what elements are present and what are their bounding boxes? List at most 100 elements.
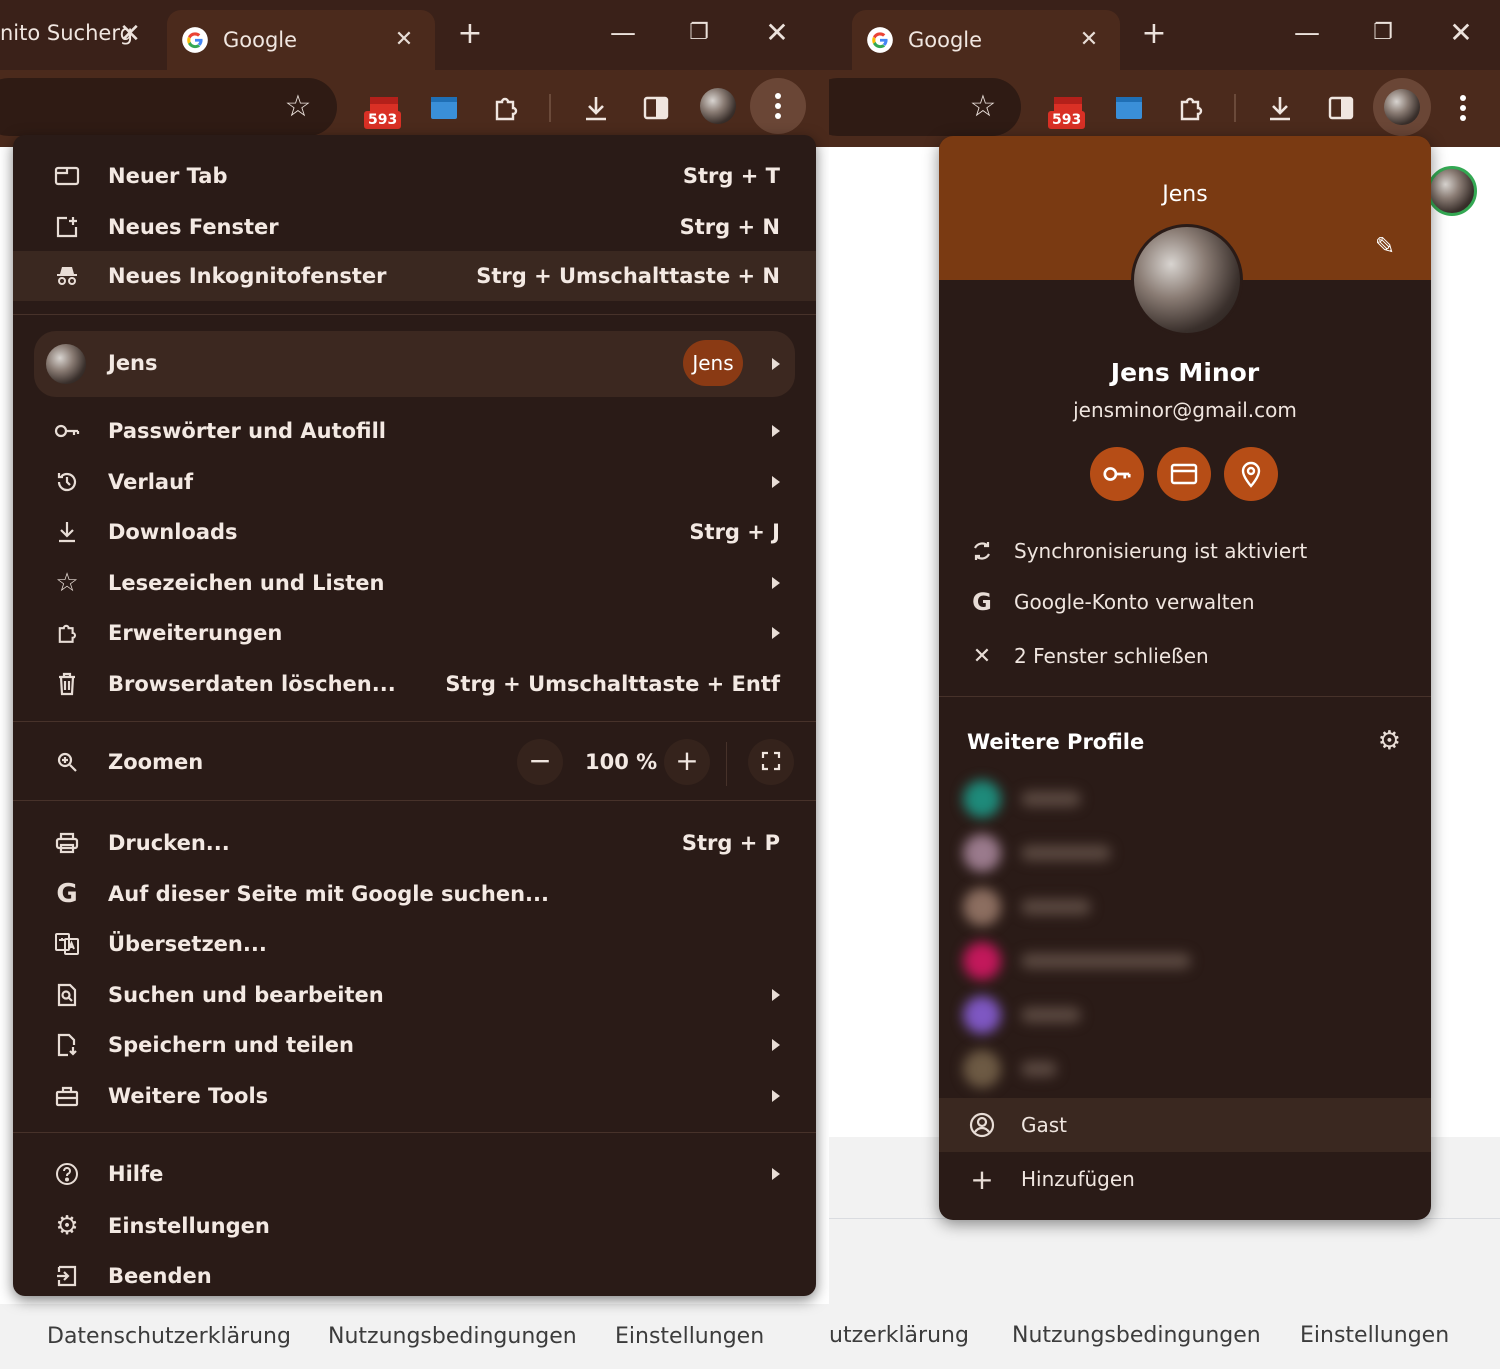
menu-item-history[interactable]: Verlauf [13, 457, 816, 507]
panel-divider [939, 696, 1431, 697]
menu-item-passwords[interactable]: Passwörter und Autofill [13, 406, 816, 456]
menu-item-settings[interactable]: ⚙ Einstellungen [13, 1201, 816, 1251]
footer-privacy-link[interactable]: utzerklärung [829, 1323, 969, 1348]
footer-settings-link[interactable]: Einstellungen [1300, 1323, 1449, 1348]
blurred-profile[interactable] [963, 834, 1111, 872]
google-g-icon: G [56, 879, 78, 909]
toolbox-icon [53, 1082, 81, 1110]
download-icon[interactable] [574, 86, 618, 130]
new-tab-plus-icon[interactable]: + [450, 14, 490, 54]
footer-privacy-link[interactable]: Datenschutzerklärung [47, 1324, 291, 1349]
menu-item-more-tools[interactable]: Weitere Tools [13, 1071, 816, 1121]
google-logo-icon [867, 27, 893, 53]
submenu-arrow-icon [772, 1090, 780, 1102]
chrome-menu-button[interactable] [1441, 86, 1485, 130]
payment-methods-button[interactable] [1157, 447, 1211, 501]
profile-name-bar [1021, 845, 1111, 861]
google-logo-icon [182, 27, 208, 53]
close-tab-icon[interactable]: ✕ [389, 25, 419, 55]
edit-pencil-icon[interactable]: ✎ [1375, 232, 1395, 260]
add-profile-item[interactable]: + Hinzufügen [939, 1152, 1431, 1206]
bookmark-star-icon[interactable]: ☆ [963, 87, 1003, 127]
extensions-puzzle-icon[interactable] [1169, 86, 1213, 130]
footer-settings-link[interactable]: Einstellungen [615, 1324, 764, 1349]
blurred-profile[interactable] [963, 780, 1081, 818]
restore-window-icon[interactable]: ❐ [1363, 13, 1403, 53]
addresses-button[interactable] [1224, 447, 1278, 501]
menu-item-extensions[interactable]: Erweiterungen [13, 608, 816, 658]
save-share-icon [53, 1031, 81, 1059]
menu-item-profile[interactable]: Jens Jens [34, 331, 795, 397]
profile-panel: Jens ✎ Jens Minor jensminor@gmail.com Sy… [939, 136, 1431, 1220]
menu-item-new-window[interactable]: Neues Fenster Strg + N [13, 202, 816, 252]
menu-item-downloads[interactable]: Downloads Strg + J [13, 507, 816, 557]
extension-blue-icon[interactable] [422, 86, 466, 130]
history-icon [53, 468, 81, 496]
minimize-icon[interactable]: — [1287, 13, 1327, 53]
menu-item-new-tab[interactable]: Neuer Tab Strg + T [13, 151, 816, 201]
address-bar[interactable]: ☆ [829, 78, 1021, 136]
menu-item-incognito[interactable]: Neues Inkognitofenster Strg + Umschaltta… [13, 251, 816, 301]
profile-name-bar [1021, 899, 1091, 915]
profile-name-bar [1021, 1007, 1081, 1023]
passwords-button[interactable] [1090, 447, 1144, 501]
menu-item-bookmarks[interactable]: ☆ Lesezeichen und Listen [13, 558, 816, 608]
blurred-profile[interactable] [963, 888, 1091, 926]
menu-item-find-edit[interactable]: Suchen und bearbeiten [13, 970, 816, 1020]
google-account-avatar[interactable] [1427, 166, 1477, 216]
zoom-out-button[interactable]: − [517, 739, 563, 785]
profile-dot [963, 888, 1001, 926]
fullscreen-button[interactable] [748, 739, 794, 785]
tab-google[interactable]: Google ✕ [852, 10, 1120, 70]
three-dot-icon [775, 93, 781, 119]
close-icon: ✕ [972, 643, 992, 669]
close-window-icon[interactable]: ✕ [1441, 13, 1481, 53]
restore-window-icon[interactable]: ❐ [679, 13, 719, 53]
tab-title: Google [908, 28, 983, 52]
extension-calendar-icon[interactable]: 593 [362, 86, 406, 130]
sync-status-item[interactable]: Synchronisierung ist aktiviert [939, 526, 1431, 576]
google-g-icon: G [972, 588, 992, 616]
blurred-profile[interactable] [963, 1050, 1057, 1088]
blurred-profile[interactable] [963, 996, 1081, 1034]
side-panel-icon[interactable] [634, 86, 678, 130]
profile-header-name: Jens [1162, 182, 1208, 207]
menu-item-exit[interactable]: Beenden [13, 1251, 816, 1296]
extension-badge: 593 [364, 111, 402, 129]
menu-item-help[interactable]: Hilfe [13, 1149, 816, 1199]
footer-terms-link[interactable]: Nutzungsbedingungen [1012, 1323, 1261, 1348]
profile-button[interactable] [1373, 78, 1431, 136]
guest-profile-item[interactable]: Gast [939, 1098, 1431, 1152]
submenu-arrow-icon [772, 989, 780, 1001]
address-bar[interactable]: ☆ [0, 78, 337, 136]
profile-pill: Jens [683, 340, 743, 386]
blurred-profile[interactable] [963, 942, 1191, 980]
close-tab-icon[interactable]: ✕ [110, 14, 150, 54]
zoom-in-button[interactable]: + [664, 739, 710, 785]
new-tab-plus-icon[interactable]: + [1134, 14, 1174, 54]
profile-avatar[interactable] [700, 88, 736, 124]
manage-google-account-item[interactable]: G Google-Konto verwalten [939, 577, 1431, 627]
menu-item-search-google[interactable]: G Auf dieser Seite mit Google suchen... [13, 869, 816, 919]
menu-item-clear-data[interactable]: Browserdaten löschen... Strg + Umschaltt… [13, 659, 816, 709]
print-icon [53, 829, 81, 857]
extension-calendar-icon[interactable]: 593 [1046, 86, 1090, 130]
translate-icon [53, 930, 81, 958]
extensions-puzzle-icon[interactable] [484, 86, 528, 130]
close-windows-item[interactable]: ✕ 2 Fenster schließen [939, 631, 1431, 681]
close-tab-icon[interactable]: ✕ [1074, 25, 1104, 55]
menu-item-translate[interactable]: Übersetzen... [13, 919, 816, 969]
download-icon[interactable] [1258, 86, 1302, 130]
side-panel-icon[interactable] [1319, 86, 1363, 130]
extension-blue-icon[interactable] [1107, 86, 1151, 130]
manage-profiles-gear-icon[interactable]: ⚙ [1378, 726, 1401, 756]
footer-terms-link[interactable]: Nutzungsbedingungen [328, 1324, 577, 1349]
menu-item-print[interactable]: Drucken... Strg + P [13, 818, 816, 868]
bookmark-star-icon[interactable]: ☆ [278, 87, 318, 127]
tab-google[interactable]: Google ✕ [167, 10, 435, 70]
toolbar-divider [1234, 94, 1236, 122]
chrome-menu-button[interactable] [750, 78, 806, 134]
minimize-icon[interactable]: — [603, 13, 643, 53]
menu-item-save-share[interactable]: Speichern und teilen [13, 1020, 816, 1070]
close-window-icon[interactable]: ✕ [757, 13, 797, 53]
